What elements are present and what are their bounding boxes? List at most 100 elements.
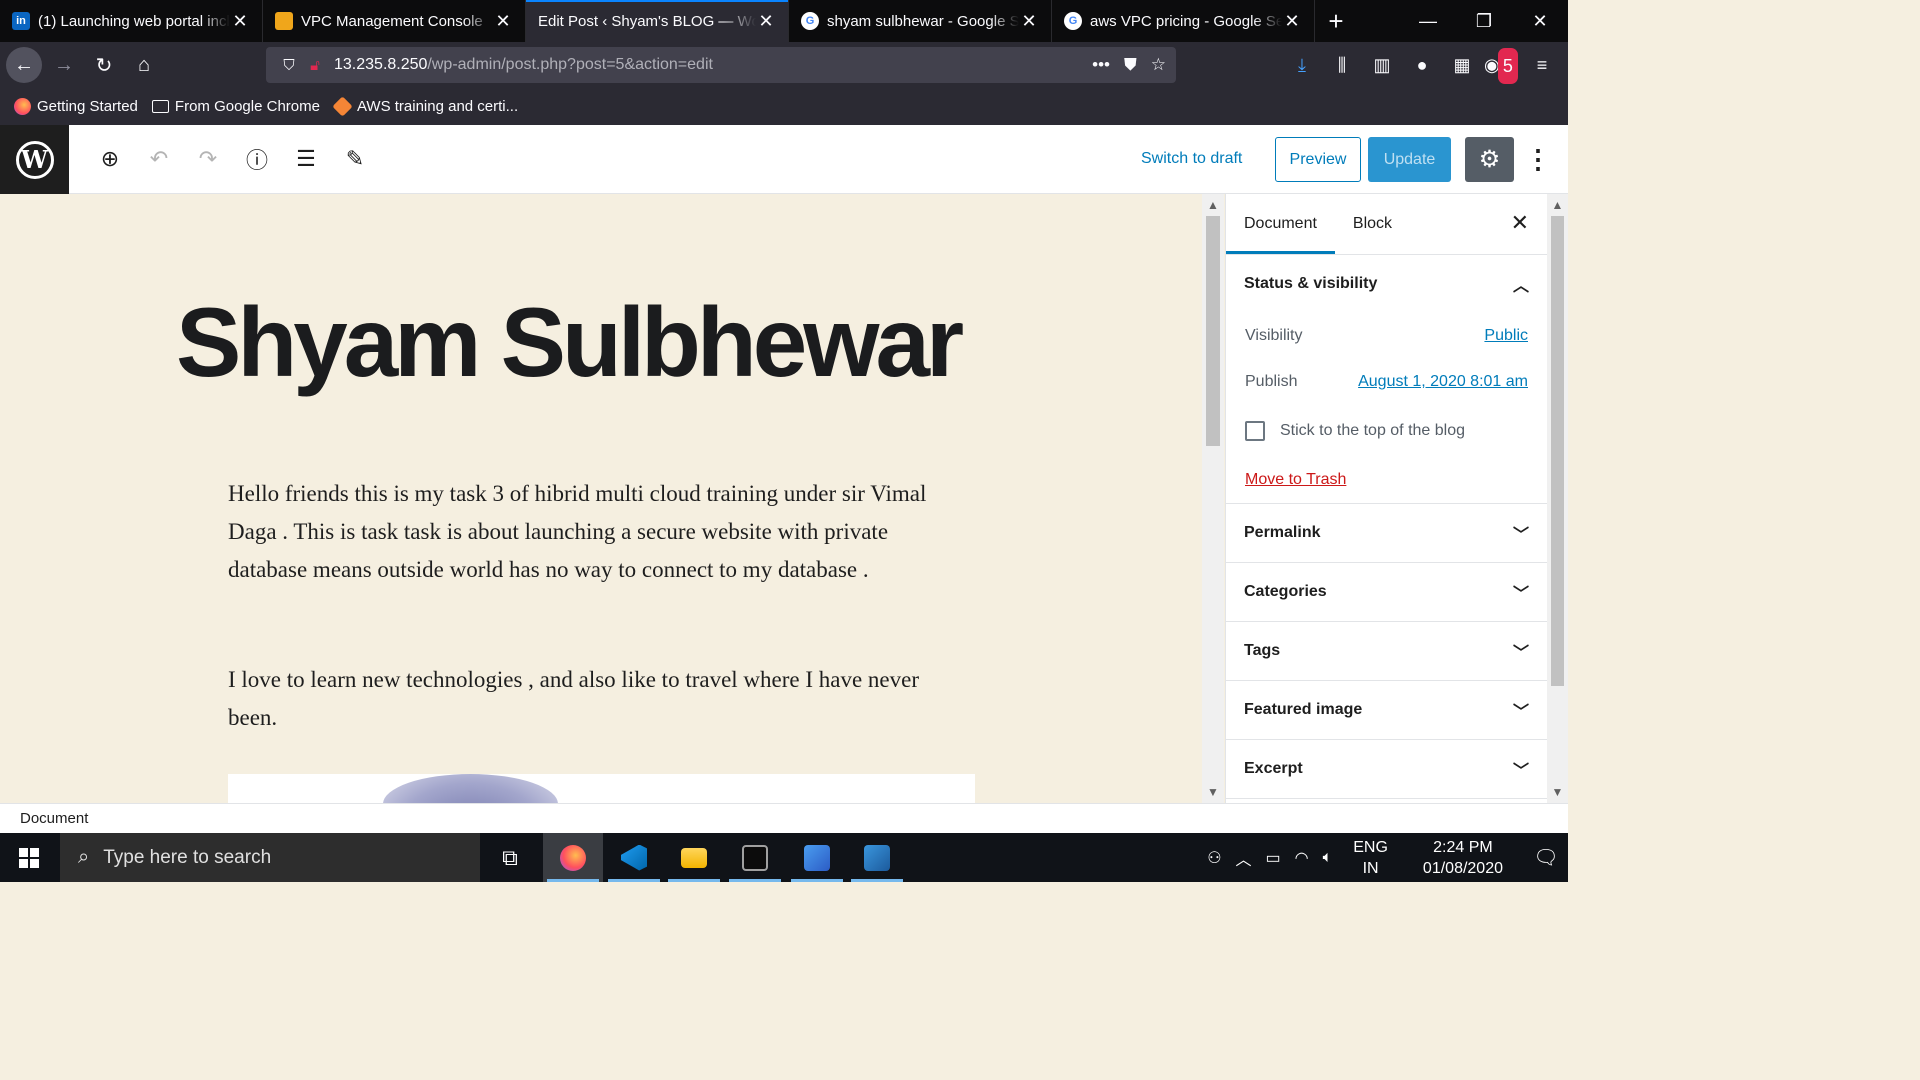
- sticky-label[interactable]: Stick to the top of the blog: [1280, 422, 1465, 440]
- download-icon[interactable]: ⤓: [1284, 47, 1320, 83]
- panel-toggle[interactable]: Featured image ﹀: [1226, 681, 1547, 739]
- panel-title: Featured image: [1244, 701, 1363, 718]
- panel-toggle[interactable]: Tags ﹀: [1226, 622, 1547, 680]
- people-icon[interactable]: ⚇: [1200, 848, 1228, 868]
- tab-document[interactable]: Document: [1226, 194, 1335, 254]
- more-options-icon[interactable]: ⋮: [1525, 139, 1551, 179]
- scroll-down-icon[interactable]: ▼: [1202, 783, 1224, 801]
- bookmark-aws-training[interactable]: AWS training and certi...: [332, 96, 518, 117]
- editor-scrollbar[interactable]: ▲ ▼: [1202, 194, 1224, 803]
- scroll-down-icon[interactable]: ▼: [1547, 783, 1568, 801]
- move-to-trash-link[interactable]: Move to Trash: [1245, 471, 1346, 489]
- url-text[interactable]: 13.235.8.250/wp-admin/post.php?post=5&ac…: [334, 56, 713, 74]
- close-window-icon[interactable]: ✕: [1512, 0, 1568, 42]
- bookmark-getting-started[interactable]: Getting Started: [14, 98, 138, 115]
- scroll-up-icon[interactable]: ▲: [1547, 196, 1568, 214]
- battery-icon[interactable]: ▭: [1259, 848, 1288, 868]
- browser-tab[interactable]: G aws VPC pricing - Google Sea ✕: [1052, 0, 1315, 42]
- extension-icon[interactable]: ▦: [1444, 47, 1480, 83]
- aws-icon: [332, 96, 353, 117]
- paragraph-block[interactable]: I love to learn new technologies , and a…: [228, 661, 948, 737]
- restore-icon[interactable]: ❐: [1456, 0, 1512, 42]
- browser-tab[interactable]: in (1) Launching web portal incl ✕: [0, 0, 263, 42]
- publish-date-link[interactable]: August 1, 2020 8:01 am: [1358, 373, 1528, 391]
- bookmark-star-icon[interactable]: ☆: [1151, 55, 1166, 75]
- image-block[interactable]: [228, 774, 975, 803]
- taskbar-vscode[interactable]: [604, 833, 664, 882]
- new-tab-button[interactable]: +: [1315, 0, 1357, 42]
- library-icon[interactable]: ⫼: [1324, 47, 1360, 83]
- scroll-up-icon[interactable]: ▲: [1202, 196, 1224, 214]
- back-arrow-icon[interactable]: ←: [6, 47, 42, 83]
- pocket-icon[interactable]: ⛊: [1124, 55, 1137, 75]
- page-actions-icon[interactable]: •••: [1092, 55, 1110, 75]
- forward-arrow-icon[interactable]: →: [46, 47, 82, 83]
- panel-title: Categories: [1244, 583, 1327, 600]
- clock[interactable]: 2:24 PM 01/08/2020: [1402, 837, 1524, 879]
- post-title[interactable]: Shyam Sulbhewar: [176, 286, 964, 399]
- notifications-icon[interactable]: 🗨︎: [1524, 845, 1568, 870]
- close-tab-icon[interactable]: ✕: [230, 11, 250, 32]
- search-icon: ⌕: [78, 846, 90, 868]
- browser-tab-active[interactable]: Edit Post ‹ Shyam's BLOG — Word ✕: [526, 0, 789, 42]
- reload-icon[interactable]: ↻: [86, 47, 122, 83]
- panel-toggle[interactable]: Permalink ﹀: [1226, 504, 1547, 562]
- panel-toggle[interactable]: Status & visibility ︿: [1226, 255, 1547, 313]
- close-tab-icon[interactable]: ✕: [1282, 11, 1302, 32]
- show-hidden-icons-icon[interactable]: ︿: [1229, 846, 1259, 870]
- undo-icon[interactable]: ↶: [141, 141, 177, 177]
- panel-toggle[interactable]: Excerpt ﹀: [1226, 740, 1547, 798]
- paragraph-block[interactable]: Hello friends this is my task 3 of hibri…: [228, 475, 948, 589]
- insecure-lock-icon[interactable]: 🔓︎: [302, 57, 328, 74]
- visibility-link[interactable]: Public: [1484, 327, 1528, 345]
- home-icon[interactable]: ⌂: [126, 47, 162, 83]
- breadcrumb-document[interactable]: Document: [20, 810, 88, 827]
- switch-to-draft-button[interactable]: Switch to draft: [1141, 150, 1242, 168]
- settings-gear-icon[interactable]: ⚙: [1465, 137, 1514, 182]
- language-indicator[interactable]: ENG IN: [1339, 837, 1402, 879]
- panel-toggle[interactable]: Categories ﹀: [1226, 563, 1547, 621]
- sticky-checkbox[interactable]: [1245, 421, 1265, 441]
- minimize-icon[interactable]: —: [1400, 0, 1456, 42]
- close-icon[interactable]: ✕: [1511, 210, 1529, 236]
- taskbar-search[interactable]: ⌕ Type here to search: [60, 833, 480, 882]
- taskbar-terminal[interactable]: [725, 833, 785, 882]
- close-tab-icon[interactable]: ✕: [493, 11, 513, 32]
- shield-icon[interactable]: ⛉: [276, 57, 302, 74]
- close-tab-icon[interactable]: ✕: [756, 11, 776, 32]
- add-block-icon[interactable]: ⊕: [92, 141, 128, 177]
- browser-tab[interactable]: G shyam sulbhewar - Google Se ✕: [789, 0, 1052, 42]
- scrollbar-thumb[interactable]: [1551, 216, 1564, 686]
- taskbar-firefox[interactable]: [543, 833, 603, 882]
- settings-sidebar: Document Block ✕ Status & visibility ︿ V…: [1225, 194, 1547, 803]
- addon-icon[interactable]: ◉ 5: [1484, 47, 1520, 84]
- sidebar-scrollbar[interactable]: ▲ ▼: [1547, 194, 1568, 803]
- update-button[interactable]: Update: [1368, 137, 1451, 182]
- browser-tab[interactable]: VPC Management Console ✕: [263, 0, 526, 42]
- browser-nav-bar: ← → ↻ ⌂ ⛉ 🔓︎ 13.235.8.250/wp-admin/post.…: [0, 42, 1568, 88]
- url-bar[interactable]: ⛉ 🔓︎ 13.235.8.250/wp-admin/post.php?post…: [266, 47, 1176, 83]
- account-icon[interactable]: ●: [1404, 47, 1440, 83]
- scrollbar-thumb[interactable]: [1206, 216, 1220, 446]
- preview-button[interactable]: Preview: [1275, 137, 1361, 182]
- info-icon[interactable]: ⓘ: [239, 141, 275, 177]
- redo-icon[interactable]: ↷: [190, 141, 226, 177]
- wordpress-logo-button[interactable]: W: [0, 125, 69, 194]
- outline-list-icon[interactable]: ☰: [288, 141, 324, 177]
- bookmarks-toolbar: Getting Started From Google Chrome AWS t…: [0, 88, 1568, 125]
- volume-icon[interactable]: 🔈︎: [1316, 849, 1340, 867]
- close-tab-icon[interactable]: ✕: [1019, 11, 1039, 32]
- chevron-up-icon: ︿: [1512, 278, 1529, 295]
- edit-pencil-icon[interactable]: ✎: [337, 141, 373, 177]
- bookmark-from-google-chrome[interactable]: From Google Chrome: [151, 98, 320, 115]
- sidebar-icon[interactable]: ▥: [1364, 47, 1400, 83]
- menu-icon[interactable]: ≡: [1524, 47, 1560, 83]
- task-view-icon[interactable]: ⧉: [480, 833, 540, 882]
- taskbar-file-explorer[interactable]: [664, 833, 724, 882]
- taskbar-photos[interactable]: [847, 833, 907, 882]
- taskbar-network-app[interactable]: [787, 833, 847, 882]
- tab-block[interactable]: Block: [1335, 194, 1410, 254]
- wifi-icon[interactable]: ◠: [1288, 848, 1316, 868]
- start-button[interactable]: [0, 833, 58, 882]
- publish-row: Publish August 1, 2020 8:01 am: [1226, 359, 1547, 405]
